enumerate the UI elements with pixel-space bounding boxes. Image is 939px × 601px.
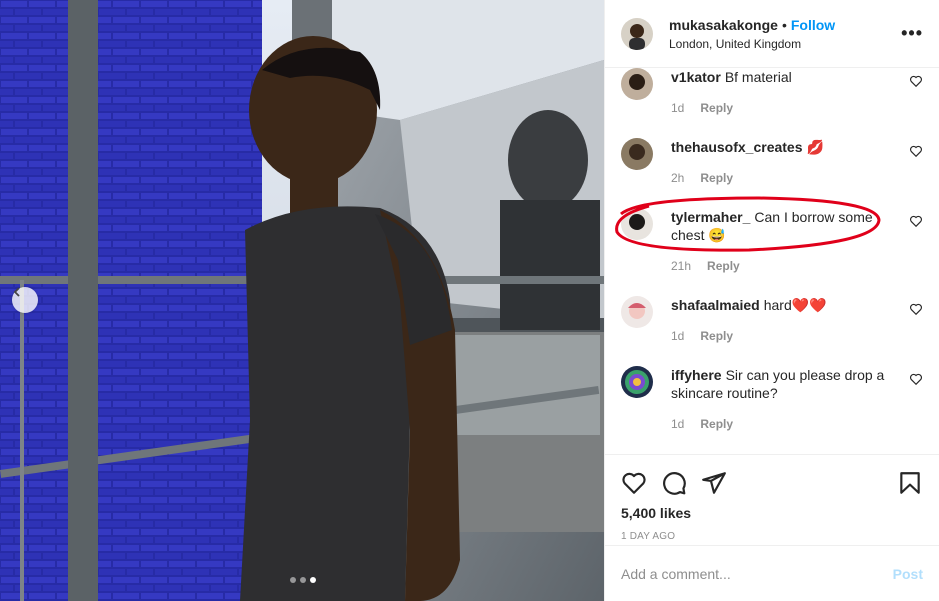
post-header: mukasakakonge • Follow London, United Ki… [605, 0, 939, 68]
comment-username[interactable]: tylermaher_ [671, 209, 750, 225]
comment-username[interactable]: iffyhere [671, 367, 722, 383]
reply-button[interactable]: Reply [700, 327, 733, 345]
heart-icon[interactable] [621, 470, 647, 496]
comment-text: Bf material [724, 69, 792, 85]
comment-username[interactable]: thehausofx_creates [671, 139, 803, 155]
comment-text: hard [763, 297, 792, 313]
post-actions: 5,400 likes 1 DAY AGO [605, 454, 939, 542]
avatar[interactable] [621, 366, 653, 398]
carousel-dot [300, 577, 306, 583]
username[interactable]: mukasakakonge [669, 17, 778, 33]
post-side-panel: mukasakakonge • Follow London, United Ki… [604, 0, 939, 601]
list-item-highlighted: tylermaher_ Can I borrow some chest 😅 21h… [621, 208, 923, 275]
comment-time[interactable]: 21h [671, 257, 691, 275]
like-comment-icon[interactable] [909, 372, 923, 386]
more-options-icon[interactable]: ••• [901, 23, 923, 44]
chevron-left-icon[interactable] [12, 287, 38, 313]
grin-sweat-emoji-icon: 😅 [708, 227, 726, 243]
post-button[interactable]: Post [893, 566, 923, 582]
share-icon[interactable] [701, 470, 727, 496]
avatar[interactable] [621, 138, 653, 170]
post-timestamp[interactable]: 1 DAY AGO [621, 531, 923, 542]
avatar[interactable] [621, 17, 653, 50]
comment-time[interactable]: 1d [671, 327, 684, 345]
comment-time[interactable]: 1d [671, 99, 684, 117]
comment-time[interactable]: 1d [671, 415, 684, 433]
follow-button[interactable]: Follow [791, 17, 835, 33]
avatar[interactable] [621, 68, 653, 100]
comment-username[interactable]: v1kator [671, 69, 721, 85]
comment-input[interactable] [621, 565, 893, 582]
list-item: shafaalmaied hard❤️❤️ 1d Reply [621, 296, 923, 345]
reply-button[interactable]: Reply [700, 415, 733, 433]
comment-icon[interactable] [661, 470, 687, 496]
list-item: v1kator Bf material 1d Reply [621, 68, 923, 117]
comment-time[interactable]: 2h [671, 169, 684, 187]
bookmark-icon[interactable] [897, 470, 923, 496]
location-link[interactable]: London, United Kingdom [669, 37, 901, 51]
avatar[interactable] [621, 208, 653, 240]
avatar[interactable] [621, 296, 653, 328]
reply-button[interactable]: Reply [700, 99, 733, 117]
carousel-dot [290, 577, 296, 583]
like-comment-icon[interactable] [909, 214, 923, 228]
reply-button[interactable]: Reply [707, 257, 740, 275]
like-comment-icon[interactable] [909, 74, 923, 88]
post-photo[interactable] [0, 0, 604, 601]
likes-count[interactable]: 5,400 likes [621, 505, 923, 521]
carousel-dot-active [310, 577, 316, 583]
photo-illustration [0, 0, 604, 601]
reply-button[interactable]: Reply [700, 169, 733, 187]
comments-list[interactable]: v1kator Bf material 1d Reply thehausofx_cr… [605, 68, 939, 454]
separator: • [781, 16, 787, 33]
carousel-indicator [290, 577, 316, 583]
red-heart-emoji-icon: ❤️❤️ [791, 297, 827, 313]
list-item: thehausofx_creates 💋 2h Reply [621, 138, 923, 187]
lips-emoji-icon: 💋 [806, 139, 824, 155]
comment-composer: Post [605, 545, 939, 601]
list-item: iffyhere Sir can you please drop a skinca… [621, 366, 923, 433]
like-comment-icon[interactable] [909, 302, 923, 316]
comment-username[interactable]: shafaalmaied [671, 297, 760, 313]
like-comment-icon[interactable] [909, 144, 923, 158]
instagram-post: mukasakakonge • Follow London, United Ki… [0, 0, 939, 601]
